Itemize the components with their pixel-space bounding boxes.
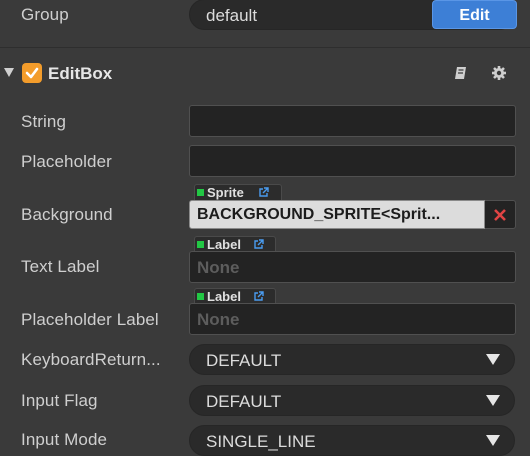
background-sprite-field[interactable]: BACKGROUND_SPRITE<Sprit... — [189, 200, 485, 229]
edit-group-button[interactable]: Edit — [432, 0, 517, 29]
external-link-icon[interactable] — [258, 187, 269, 198]
placeholder-label: Placeholder — [21, 152, 112, 171]
help-doc-icon[interactable] — [453, 65, 469, 81]
external-link-icon[interactable] — [253, 239, 264, 250]
divider — [0, 47, 530, 48]
group-select-value: default — [206, 6, 258, 25]
group-label: Group — [21, 5, 69, 24]
component-header: EditBox — [0, 58, 530, 92]
text-label-value: None — [197, 258, 240, 277]
placeholder-input[interactable] — [189, 145, 516, 177]
clear-background-button[interactable] — [485, 200, 516, 229]
keyboard-return-label: KeyboardReturn... — [21, 350, 161, 369]
string-label: String — [21, 112, 67, 131]
input-mode-value: SINGLE_LINE — [206, 432, 316, 451]
sprite-type-tag: Sprite — [194, 184, 282, 201]
keyboard-return-select[interactable]: DEFAULT — [189, 344, 515, 375]
check-icon — [25, 67, 39, 79]
label-tag-label: Label — [207, 289, 241, 304]
collapse-arrow-icon[interactable] — [4, 68, 14, 77]
input-mode-label: Input Mode — [21, 430, 108, 449]
input-flag-select[interactable]: DEFAULT — [189, 385, 515, 416]
chevron-down-icon — [486, 435, 500, 446]
background-sprite-value: BACKGROUND_SPRITE<Sprit... — [197, 206, 441, 223]
component-title: EditBox — [48, 64, 113, 83]
input-flag-value: DEFAULT — [206, 392, 282, 411]
keyboard-return-value: DEFAULT — [206, 351, 282, 370]
external-link-icon[interactable] — [253, 291, 264, 302]
placeholder-label-value: None — [197, 310, 240, 329]
input-mode-select[interactable]: SINGLE_LINE — [189, 425, 515, 456]
enable-checkbox[interactable] — [22, 63, 42, 83]
placeholder-label-field[interactable]: None — [189, 303, 516, 335]
input-flag-label: Input Flag — [21, 391, 98, 410]
placeholder-label-label: Placeholder Label — [21, 310, 159, 329]
chevron-down-icon — [486, 354, 500, 365]
background-label: Background — [21, 205, 113, 224]
asset-dot-icon — [197, 241, 204, 248]
asset-dot-icon — [197, 293, 204, 300]
string-input[interactable] — [189, 105, 516, 137]
text-label-field[interactable]: None — [189, 251, 516, 283]
close-icon — [494, 209, 506, 221]
chevron-down-icon — [486, 395, 500, 406]
text-label-label: Text Label — [21, 257, 100, 276]
asset-dot-icon — [197, 189, 204, 196]
sprite-tag-label: Sprite — [207, 185, 244, 200]
gear-icon[interactable] — [491, 65, 507, 81]
label-tag-label: Label — [207, 237, 241, 252]
